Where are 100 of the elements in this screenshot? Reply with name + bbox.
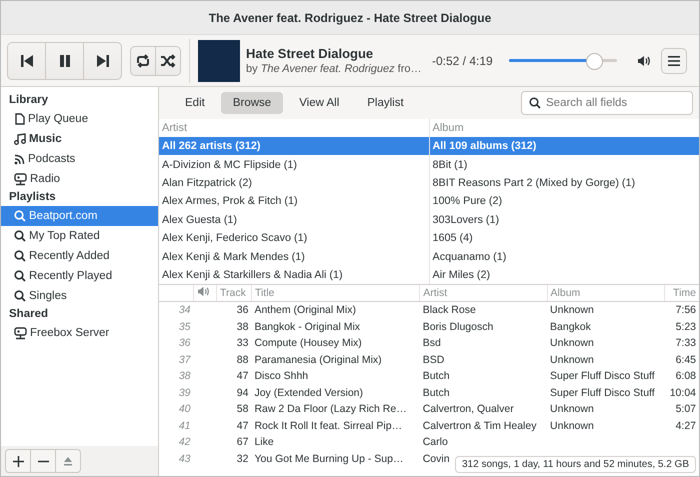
time-cell: 5:07 xyxy=(676,403,696,416)
document-icon xyxy=(14,113,25,125)
sidebar-item[interactable]: Recently Played xyxy=(1,266,158,286)
search-icon xyxy=(14,230,26,242)
speaker-icon xyxy=(636,54,651,66)
artist-cell: Black Rose xyxy=(422,304,476,316)
skip-forward-icon xyxy=(96,54,110,68)
speaker-icon xyxy=(197,286,210,298)
browser-row[interactable]: Alex Kenji, Federico Scavo (1) xyxy=(159,228,428,248)
sidebar-heading: Playlists xyxy=(8,190,57,205)
track-cell: 33 xyxy=(236,337,248,350)
browser-row[interactable]: A-Divizion & MC Flipside (1) xyxy=(159,155,428,174)
search-icon xyxy=(529,97,541,109)
repeat-icon xyxy=(135,54,151,68)
title-cell: Joy (Extended Version) xyxy=(254,386,363,399)
repeat-button[interactable] xyxy=(130,46,156,76)
browser-row[interactable]: Alex Guesta (1) xyxy=(159,210,428,229)
network-server-icon xyxy=(14,172,27,186)
browser-row[interactable]: 8BIT Reasons Part 2 (Mixed by Gorge) (1) xyxy=(430,174,699,192)
browser-row[interactable]: All 262 artists (312) xyxy=(159,137,428,156)
time-cell: 4:27 xyxy=(676,420,696,432)
view-tab[interactable]: Playlist xyxy=(355,92,416,114)
browser-row[interactable]: 1605 (4) xyxy=(430,228,699,248)
title-cell: Rock It Roll It feat. Sirreal Pip… xyxy=(254,420,402,432)
previous-button[interactable] xyxy=(7,42,46,80)
artist-cell: Butch xyxy=(422,386,450,399)
artist-cell: Covin xyxy=(422,452,450,465)
window-title: The Avener feat. Rodriguez - Hate Street Dialogue xyxy=(208,10,492,24)
artist-cell: Calvertron, Qualver xyxy=(422,403,514,416)
album-cell: Super Fluff Disco Stuff xyxy=(550,370,655,382)
browser-row[interactable]: Alex Armes, Prok & Fitch (1) xyxy=(159,192,428,211)
view-tab[interactable]: Browse xyxy=(220,92,284,114)
row-number: 40 xyxy=(178,403,190,416)
time-cell: 10:04 xyxy=(670,386,696,399)
album-art-placeholder xyxy=(198,40,240,82)
row-number: 42 xyxy=(178,436,190,448)
sidebar-item[interactable]: Podcasts xyxy=(1,149,158,169)
sidebar-item[interactable]: Freebox Server xyxy=(1,323,158,343)
sidebar-item[interactable]: Beatport.com xyxy=(1,206,158,226)
row-number: 41 xyxy=(178,420,190,432)
playback-time: -0:52 / 4:19 xyxy=(432,54,493,68)
title-cell: Raw 2 Da Floor (Lazy Rich Re… xyxy=(254,403,407,416)
title-cell: You Got Me Burning Up - Sup… xyxy=(254,452,404,465)
browser-row[interactable]: 8Bit (1) xyxy=(430,155,699,174)
browser-row[interactable]: Air Miles (2) xyxy=(430,266,699,284)
next-button[interactable] xyxy=(83,42,122,80)
song-title: Hate Street Dialogue xyxy=(246,46,374,61)
row-number: 36 xyxy=(178,337,190,350)
title-cell: Compute (Housey Mix) xyxy=(254,337,362,350)
view-tab[interactable]: Edit xyxy=(173,92,217,114)
menu-button[interactable] xyxy=(660,48,687,74)
album-cell: Unknown xyxy=(550,420,594,432)
artist-cell: Bsd xyxy=(422,337,441,350)
track-cell: 88 xyxy=(236,354,248,366)
music-note-icon xyxy=(14,133,26,145)
browser-row[interactable]: 303Lovers (1) xyxy=(430,210,699,229)
sidebar-item[interactable]: Play Queue xyxy=(1,109,158,129)
plus-icon xyxy=(12,456,24,466)
eject-button[interactable] xyxy=(55,449,81,473)
browser-row[interactable]: 100% Pure (2) xyxy=(430,192,699,211)
shuffle-button[interactable] xyxy=(155,46,181,76)
view-tab[interactable]: View All xyxy=(287,92,352,114)
row-number: 38 xyxy=(178,370,190,382)
seek-slider[interactable] xyxy=(508,52,617,68)
search-icon xyxy=(14,210,26,222)
album-cell: Unknown xyxy=(550,403,594,416)
artist-cell: Carlo xyxy=(422,436,448,448)
sidebar-item[interactable]: Recently Added xyxy=(1,246,158,266)
search-field[interactable]: Search all fields xyxy=(521,91,693,115)
browser-row[interactable]: All 109 albums (312) xyxy=(430,137,699,156)
track-cell: 47 xyxy=(236,420,248,432)
sidebar-item[interactable]: Singles xyxy=(1,286,158,306)
sidebar-item[interactable]: Radio xyxy=(1,169,158,189)
browser-row[interactable]: Alex Kenji & Mark Mendes (1) xyxy=(159,247,428,266)
artist-cell: Calvertron & Tim Healey xyxy=(422,420,536,432)
time-cell: 6:08 xyxy=(676,370,696,382)
feed-icon xyxy=(14,154,25,164)
artist-cell: Butch xyxy=(422,370,450,382)
status-overlay: 312 songs, 1 day, 11 hours and 52 minutes, 5.2 GB xyxy=(455,456,696,473)
title-cell: Disco Shhh xyxy=(254,370,308,382)
track-cell: 58 xyxy=(236,403,248,416)
browser-row[interactable]: Alex Kenji & Starkillers & Nadia Ali (1) xyxy=(159,266,428,284)
search-icon xyxy=(14,290,26,302)
sidebar-heading: Library xyxy=(8,93,49,108)
title-cell: Bangkok - Original Mix xyxy=(254,320,360,333)
time-cell: 7:56 xyxy=(676,304,696,316)
album-cell: Super Fluff Disco Stuff xyxy=(550,386,655,399)
eject-icon xyxy=(63,456,73,466)
pause-button[interactable] xyxy=(45,42,84,80)
time-cell: 5:23 xyxy=(676,320,696,333)
track-cell: 38 xyxy=(236,320,248,333)
menu-icon xyxy=(666,54,681,66)
browser-row[interactable]: Alan Fitzpatrick (2) xyxy=(159,174,428,192)
search-icon xyxy=(14,270,26,282)
sidebar-item[interactable]: My Top Rated xyxy=(1,226,158,246)
browser-row[interactable]: Acquanamo (1) xyxy=(430,247,699,266)
sidebar-item[interactable]: Music xyxy=(1,129,158,149)
row-number: 35 xyxy=(178,320,190,333)
add-button[interactable] xyxy=(5,449,31,473)
pause-icon xyxy=(58,54,72,68)
